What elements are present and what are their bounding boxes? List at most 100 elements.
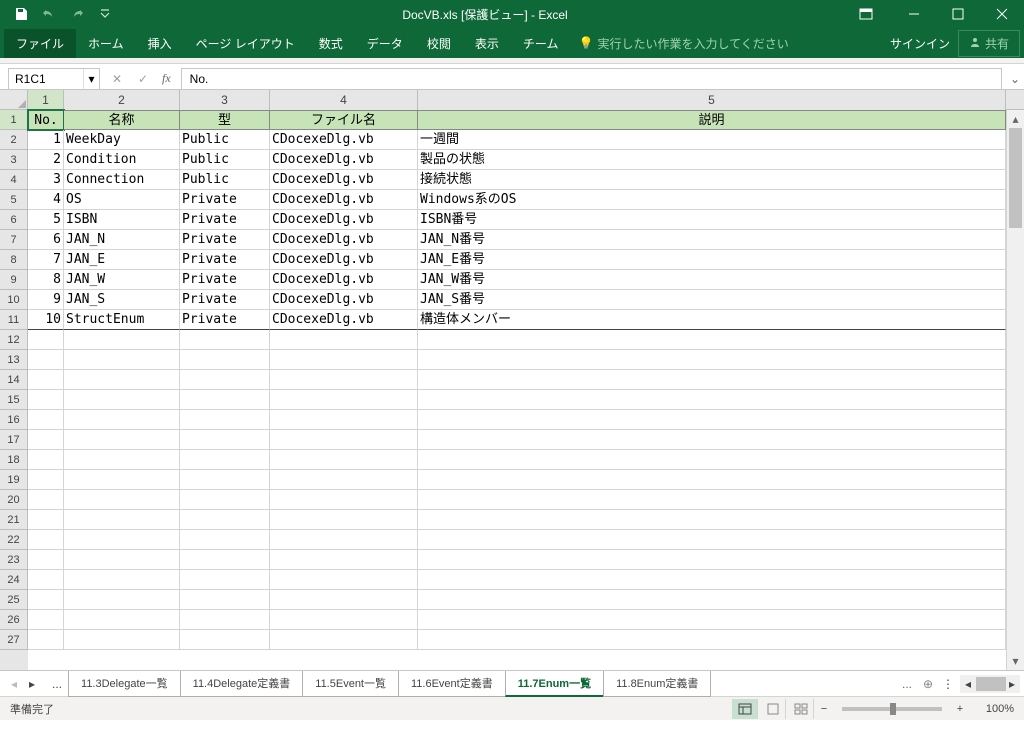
cell[interactable]: OS <box>64 190 180 210</box>
tab-team[interactable]: チーム <box>511 29 571 58</box>
row-header[interactable]: 8 <box>0 250 28 270</box>
cell[interactable]: Condition <box>64 150 180 170</box>
cell[interactable] <box>418 330 1006 350</box>
cell[interactable] <box>270 550 418 570</box>
cell[interactable] <box>270 410 418 430</box>
cell[interactable] <box>270 590 418 610</box>
cell[interactable]: 4 <box>28 190 64 210</box>
cell[interactable]: ISBN番号 <box>418 210 1006 230</box>
sheet-tab[interactable]: 11.4Delegate定義書 <box>180 671 304 697</box>
cell[interactable] <box>64 590 180 610</box>
tab-overflow[interactable]: ... <box>46 677 68 691</box>
tab-first-button[interactable]: ◂ <box>6 674 22 694</box>
cell[interactable] <box>64 550 180 570</box>
row-header[interactable]: 12 <box>0 330 28 350</box>
cell[interactable]: Private <box>180 290 270 310</box>
tell-me[interactable]: 💡 実行したい作業を入力してください <box>578 35 788 52</box>
undo-button[interactable] <box>36 2 62 26</box>
vertical-scrollbar[interactable]: ▴ ▾ <box>1006 110 1024 670</box>
cell[interactable] <box>28 610 64 630</box>
name-box-input[interactable] <box>9 72 83 86</box>
new-sheet-button[interactable]: ⊕ <box>916 677 940 691</box>
cell[interactable] <box>270 530 418 550</box>
cell[interactable] <box>28 570 64 590</box>
row-header[interactable]: 25 <box>0 590 28 610</box>
cell[interactable] <box>180 430 270 450</box>
cancel-formula-button[interactable]: ✕ <box>106 69 128 89</box>
row-header[interactable]: 7 <box>0 230 28 250</box>
sheet-tab[interactable]: 11.6Event定義書 <box>398 671 506 697</box>
cell[interactable]: 9 <box>28 290 64 310</box>
row-header[interactable]: 15 <box>0 390 28 410</box>
tab-data[interactable]: データ <box>355 29 415 58</box>
sheet-tab[interactable]: 11.8Enum定義書 <box>603 671 711 697</box>
cell[interactable]: CDocexeDlg.vb <box>270 130 418 150</box>
row-header[interactable]: 1 <box>0 110 28 130</box>
zoom-in-button[interactable]: + <box>952 703 968 715</box>
tab-next-button[interactable]: ▸ <box>24 674 40 694</box>
tab-page-layout[interactable]: ページ レイアウト <box>184 29 307 58</box>
zoom-slider[interactable] <box>842 707 942 711</box>
cell[interactable]: JAN_W <box>64 270 180 290</box>
cell[interactable] <box>28 390 64 410</box>
cell[interactable]: Private <box>180 190 270 210</box>
cell[interactable] <box>180 470 270 490</box>
cell[interactable]: Private <box>180 250 270 270</box>
cell[interactable] <box>64 490 180 510</box>
row-header[interactable]: 26 <box>0 610 28 630</box>
row-header[interactable]: 5 <box>0 190 28 210</box>
cell[interactable] <box>418 450 1006 470</box>
close-button[interactable] <box>980 0 1024 28</box>
hscroll-left[interactable]: ◂ <box>960 674 976 694</box>
cell[interactable]: 名称 <box>64 110 180 130</box>
cell[interactable] <box>418 350 1006 370</box>
cell[interactable]: WeekDay <box>64 130 180 150</box>
row-header[interactable]: 22 <box>0 530 28 550</box>
cell[interactable]: 10 <box>28 310 64 330</box>
col-header[interactable]: 5 <box>418 90 1006 110</box>
cell[interactable] <box>180 570 270 590</box>
page-layout-view-button[interactable] <box>760 699 786 719</box>
row-header[interactable]: 17 <box>0 430 28 450</box>
name-box-dropdown[interactable]: ▾ <box>83 69 99 89</box>
cell[interactable] <box>64 450 180 470</box>
expand-formula-bar[interactable]: ⌄ <box>1006 72 1024 86</box>
cell[interactable] <box>418 590 1006 610</box>
cell[interactable]: 説明 <box>418 110 1006 130</box>
cell[interactable] <box>418 530 1006 550</box>
cell[interactable]: 接続状態 <box>418 170 1006 190</box>
cell[interactable] <box>64 470 180 490</box>
col-header[interactable]: 3 <box>180 90 270 110</box>
cell[interactable]: 8 <box>28 270 64 290</box>
cell[interactable] <box>180 390 270 410</box>
cell[interactable] <box>180 490 270 510</box>
cell[interactable] <box>270 350 418 370</box>
cell[interactable]: No. <box>28 110 64 130</box>
row-header[interactable]: 18 <box>0 450 28 470</box>
cell[interactable]: CDocexeDlg.vb <box>270 230 418 250</box>
tab-file[interactable]: ファイル <box>4 29 76 58</box>
cell[interactable] <box>28 630 64 650</box>
cell[interactable] <box>64 530 180 550</box>
cell[interactable]: Public <box>180 170 270 190</box>
minimize-button[interactable] <box>892 0 936 28</box>
cell[interactable]: 一週間 <box>418 130 1006 150</box>
cell[interactable]: Public <box>180 150 270 170</box>
cell[interactable] <box>418 490 1006 510</box>
cell[interactable] <box>180 590 270 610</box>
cell[interactable]: CDocexeDlg.vb <box>270 270 418 290</box>
cell[interactable]: 型 <box>180 110 270 130</box>
cell[interactable]: CDocexeDlg.vb <box>270 170 418 190</box>
save-button[interactable] <box>8 2 34 26</box>
share-button[interactable]: 共有 <box>958 30 1020 57</box>
cell[interactable] <box>270 330 418 350</box>
scroll-thumb[interactable] <box>1009 128 1022 228</box>
cell[interactable] <box>28 370 64 390</box>
cell[interactable]: Windows系のOS <box>418 190 1006 210</box>
cell[interactable] <box>418 370 1006 390</box>
cell[interactable] <box>64 630 180 650</box>
cell[interactable]: CDocexeDlg.vb <box>270 310 418 330</box>
scroll-up-button[interactable]: ▴ <box>1007 110 1024 128</box>
sheet-tab[interactable]: 11.7Enum一覧 <box>505 671 604 697</box>
cell[interactable] <box>270 610 418 630</box>
